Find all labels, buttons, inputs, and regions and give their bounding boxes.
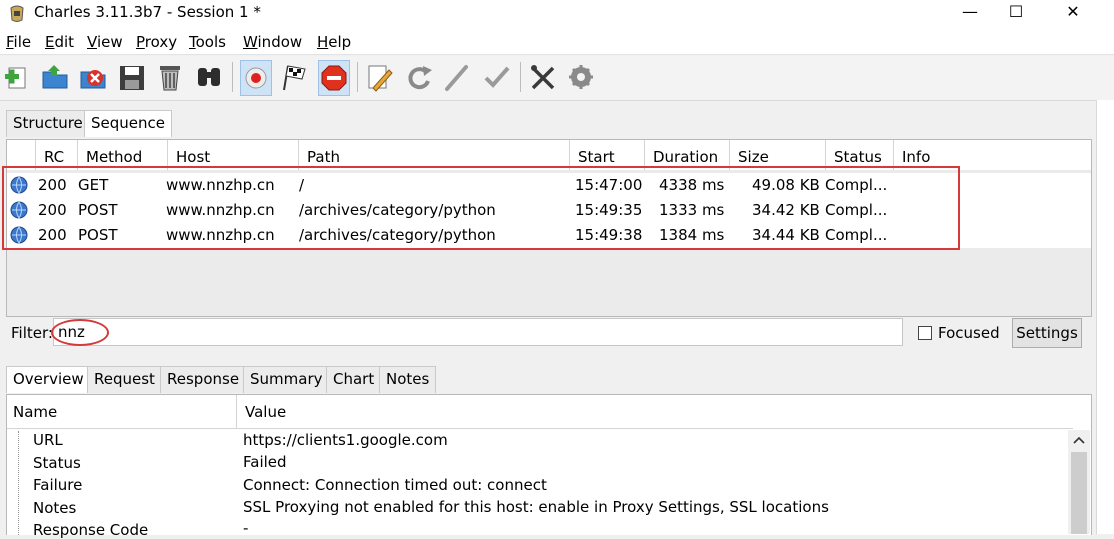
detail-name-notes: Notes [33, 499, 77, 517]
toolbar-separator [357, 62, 358, 92]
charles-app-icon [10, 5, 24, 22]
detail-name-failure: Failure [33, 476, 83, 494]
compose-icon[interactable] [364, 60, 394, 94]
open-icon[interactable] [40, 60, 70, 94]
detail-header-value[interactable]: Value [237, 395, 1073, 429]
tools-icon[interactable] [528, 60, 558, 94]
menu-bar: File Edit View Proxy Tools Window Help [0, 30, 1114, 55]
title-bar: Charles 3.11.3b7 - Session 1 * — ☐ ✕ [0, 0, 1114, 30]
tab-response[interactable]: Response [160, 366, 247, 393]
menu-view[interactable]: View [87, 33, 123, 51]
right-edge-panel [1096, 100, 1114, 534]
save-icon[interactable] [117, 60, 147, 94]
filter-input[interactable]: nnz [53, 318, 903, 346]
edit-icon[interactable] [442, 60, 472, 94]
detail-scrollbar-thumb[interactable] [1071, 452, 1087, 534]
maximize-button[interactable]: ☐ [992, 0, 1040, 26]
detail-header-name[interactable]: Name [7, 395, 237, 429]
toolbar [0, 56, 1114, 101]
settings-button[interactable]: Settings [1012, 318, 1082, 348]
tab-notes[interactable]: Notes [379, 366, 437, 393]
detail-value-url: https://clients1.google.com [243, 431, 448, 449]
throttle-icon[interactable] [279, 60, 309, 94]
toolbar-separator [520, 62, 521, 92]
overview-panel: Name Value URL https://clients1.google.c… [6, 394, 1092, 539]
filter-highlight-annotation [51, 319, 109, 346]
detail-value-response-code: - [243, 519, 249, 537]
record-icon[interactable] [240, 60, 272, 96]
menu-tools[interactable]: Tools [189, 33, 226, 51]
toolbar-separator [232, 62, 233, 92]
window-title: Charles 3.11.3b7 - Session 1 * [34, 3, 261, 21]
focused-label: Focused [938, 324, 1000, 342]
scroll-up-icon[interactable] [1072, 434, 1086, 446]
detail-name-response-code: Response Code [33, 521, 149, 539]
minimize-button[interactable]: — [946, 0, 994, 26]
focused-checkbox[interactable] [918, 326, 932, 340]
tab-request[interactable]: Request [87, 366, 162, 393]
rows-highlight-annotation [2, 166, 960, 250]
tab-structure[interactable]: Structure [6, 110, 90, 137]
menu-help[interactable]: Help [317, 33, 351, 51]
new-session-icon[interactable] [3, 60, 33, 94]
menu-file[interactable]: File [6, 33, 31, 51]
detail-value-notes: SSL Proxying not enabled for this host: … [243, 498, 829, 516]
menu-proxy[interactable]: Proxy [136, 33, 177, 51]
settings-gear-icon[interactable] [566, 60, 596, 94]
tab-chart[interactable]: Chart [326, 366, 382, 393]
tab-sequence[interactable]: Sequence [84, 110, 172, 137]
repeat-icon[interactable] [404, 60, 434, 94]
tree-guide-line [18, 431, 20, 535]
tab-summary[interactable]: Summary [243, 366, 330, 393]
detail-name-url: URL [33, 431, 63, 449]
find-icon[interactable] [194, 60, 224, 94]
close-button[interactable]: ✕ [1049, 0, 1097, 26]
detail-name-status: Status [33, 454, 81, 472]
breakpoints-icon[interactable] [318, 60, 350, 96]
close-session-icon[interactable] [78, 60, 108, 94]
menu-edit[interactable]: Edit [45, 33, 74, 51]
menu-window[interactable]: Window [243, 33, 302, 51]
validate-icon[interactable] [482, 60, 512, 94]
filter-label: Filter: [11, 324, 53, 342]
tab-overview[interactable]: Overview [6, 366, 91, 393]
clear-icon[interactable] [155, 60, 185, 94]
detail-value-status: Failed [243, 453, 287, 471]
detail-value-failure: Connect: Connection timed out: connect [243, 476, 547, 494]
